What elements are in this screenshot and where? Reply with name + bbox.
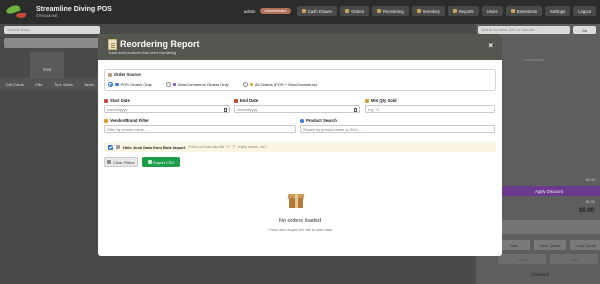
vendor-filter-input[interactable]: Filter by vendor name... xyxy=(104,125,296,133)
all-dot-icon xyxy=(249,82,254,87)
nav-reports[interactable]: Reports xyxy=(447,6,479,16)
cash-drawer-icon xyxy=(301,9,306,13)
search-icon xyxy=(300,118,304,123)
app-logo xyxy=(4,3,32,21)
top-bar: Streamline Diving POS STREAMLINE admin A… xyxy=(0,0,600,24)
vendor-filter-label: Vendor/Brand Filter xyxy=(104,118,149,123)
download-icon xyxy=(147,160,152,164)
trash-icon xyxy=(116,145,120,149)
cart-actions-2: Clear Void xyxy=(498,254,598,264)
reports-icon xyxy=(452,9,457,13)
category-tabs: Gift Cards Fills Tour Sales Items xyxy=(0,78,100,90)
apply-discount-button[interactable]: Apply Discount xyxy=(498,186,600,196)
end-date-input[interactable]: mm/dd/yyyy xyxy=(234,105,360,113)
min-qty-input[interactable]: e.g., 5 xyxy=(365,105,495,113)
start-date-input[interactable]: mm/dd/yyyy xyxy=(104,105,230,113)
category-gift-cards[interactable]: Gift Cards xyxy=(6,82,24,87)
product-search-input[interactable]: Search by product name or SKU... xyxy=(300,125,495,133)
save-quote-button[interactable]: Save Quote xyxy=(534,240,566,250)
inventory-icon xyxy=(416,9,421,13)
export-csv-button[interactable]: Export CSV xyxy=(142,157,180,167)
calendar-picker-icon[interactable] xyxy=(223,108,227,112)
extensions-icon xyxy=(510,9,515,13)
modal-subtitle: Track sold products that need reordering xyxy=(108,51,177,55)
pos-tile[interactable]: POS xyxy=(30,52,64,78)
pos-dot-icon xyxy=(115,82,119,87)
load-quote-button[interactable]: Load Quote xyxy=(570,240,600,250)
woo-dot-icon xyxy=(172,82,177,87)
app-title: Streamline Diving POS xyxy=(36,6,112,13)
end-date-label: End Date xyxy=(234,98,258,103)
go-button[interactable]: Go xyxy=(573,26,596,34)
hide-junk-row: Hide Junk Data from Bulk Import (Filters… xyxy=(104,142,496,152)
modal-title: Reordering Report xyxy=(120,39,200,49)
sale-button[interactable]: Sale xyxy=(498,240,530,250)
reordering-report-modal: Reordering Report Track sold products th… xyxy=(98,34,502,256)
order-source-options: POS Orders Only WooCommerce Orders Only … xyxy=(108,82,317,87)
order-source-box xyxy=(104,69,496,91)
order-note-field[interactable] xyxy=(498,220,600,234)
nav-settings[interactable]: Settings xyxy=(545,6,571,16)
customer-search-input[interactable]: Search by name, SKU or barcode... xyxy=(478,26,570,34)
nav-logout[interactable]: Logout xyxy=(573,6,596,16)
radio-button[interactable] xyxy=(165,82,171,87)
orders-icon xyxy=(345,9,350,13)
product-search-label: Product Search xyxy=(300,118,337,123)
nav-reordering[interactable]: Reordering xyxy=(372,6,409,16)
box-icon xyxy=(287,194,305,208)
hide-junk-checkbox[interactable] xyxy=(108,144,113,150)
modal-header: Reordering Report Track sold products th… xyxy=(98,34,502,60)
top-nav: admin Administrator Cash Drawer Orders R… xyxy=(244,6,596,16)
filter-icon xyxy=(108,72,112,77)
radio-all-orders[interactable]: All Orders (POS + WooCommerce) xyxy=(242,82,317,87)
nav-extensions[interactable]: Extensions xyxy=(505,6,543,16)
role-badge: Administrator xyxy=(260,8,291,14)
nav-users[interactable]: Users xyxy=(481,6,503,16)
radio-button[interactable] xyxy=(108,82,113,87)
reordering-icon xyxy=(377,9,381,13)
category-tour-sales[interactable]: Tour Sales xyxy=(54,82,73,87)
checkout-button[interactable]: Checkout xyxy=(484,268,596,280)
radio-button[interactable] xyxy=(242,82,248,87)
total-value: $0.00 xyxy=(579,208,595,214)
chart-icon xyxy=(365,98,369,103)
start-date-label: Start Date xyxy=(104,98,130,103)
calendar-picker-icon[interactable] xyxy=(353,108,357,112)
calendar-icon xyxy=(234,98,238,103)
hide-junk-label: Hide Junk Data from Bulk Import xyxy=(123,144,186,150)
clear-cart-button[interactable]: Clear xyxy=(498,254,546,264)
nav-orders[interactable]: Orders xyxy=(340,6,369,16)
nav-cash-drawer[interactable]: Cash Drawer xyxy=(296,6,338,16)
radio-woocommerce-only[interactable]: WooCommerce Orders Only xyxy=(165,82,229,87)
refresh-icon xyxy=(107,160,112,164)
app-subtitle: STREAMLINE xyxy=(36,14,58,18)
void-button[interactable]: Void xyxy=(550,254,598,264)
tag-icon xyxy=(104,118,108,123)
tax-value: $0.00 xyxy=(586,200,595,204)
subtotal-value: $0.00 xyxy=(586,178,595,182)
category-fills[interactable]: Fills xyxy=(35,82,42,87)
radio-pos-only[interactable]: POS Orders Only xyxy=(108,82,152,87)
product-search-input[interactable]: Search items... xyxy=(4,26,100,34)
cart-empty-text: Cart is empty xyxy=(522,58,545,62)
category-items[interactable]: Items xyxy=(84,82,94,87)
nav-inventory[interactable]: Inventory xyxy=(411,6,445,16)
calendar-icon xyxy=(104,98,108,103)
cart-actions: Sale Save Quote Load Quote xyxy=(498,240,600,250)
hide-junk-hint: (Filters out bad data like "1", "2", emp… xyxy=(188,145,267,149)
empty-state-title: No orders loaded xyxy=(278,218,322,224)
empty-state-subtitle: Close and reopen the tab to load data xyxy=(268,228,332,232)
min-qty-label: Min Qty Sold xyxy=(365,98,397,103)
clear-filters-button[interactable]: Clear Filters xyxy=(104,157,138,167)
user-name: admin xyxy=(243,8,256,14)
close-button[interactable]: × xyxy=(488,41,493,50)
category-bar xyxy=(4,38,100,48)
clipboard-icon xyxy=(108,39,117,50)
order-source-label: Order Source xyxy=(108,72,141,77)
